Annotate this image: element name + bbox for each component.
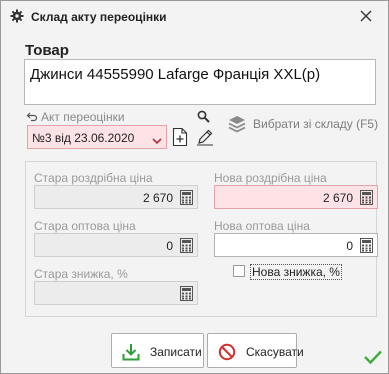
save-button-label: Записати	[150, 345, 202, 359]
chevron-down-icon	[152, 134, 162, 145]
act-label[interactable]: Акт переоцінки	[26, 110, 125, 124]
old-wholesale-value: 0	[166, 239, 173, 253]
goods-field[interactable]: Джинси 44555990 Lafarge Франція XXL(р)	[24, 59, 376, 105]
close-icon[interactable]	[358, 8, 374, 24]
window-title: Склад акту переоцінки	[31, 10, 167, 24]
old-retail-field: 2 670	[34, 185, 198, 209]
new-retail-value: 2 670	[322, 191, 353, 205]
new-discount-label[interactable]: Нова знижка, %	[250, 264, 342, 280]
goods-label: Товар	[25, 42, 69, 59]
new-wholesale-field[interactable]: 0	[214, 233, 378, 257]
cancel-button[interactable]: Скасувати	[207, 333, 304, 368]
old-retail-value: 2 670	[142, 191, 173, 205]
new-retail-field[interactable]: 2 670	[214, 185, 378, 209]
new-wholesale-label: Нова оптова ціна	[214, 219, 310, 233]
gear-icon	[10, 9, 24, 23]
calculator-icon[interactable]	[360, 238, 373, 253]
old-wholesale-label: Стара оптова ціна	[34, 219, 136, 233]
old-wholesale-field: 0	[34, 233, 198, 257]
calculator-icon	[180, 286, 193, 301]
calculator-icon[interactable]	[360, 190, 373, 205]
layers-icon[interactable]	[227, 114, 247, 134]
add-document-icon[interactable]	[172, 127, 188, 147]
checkmark-icon	[363, 349, 383, 365]
act-select[interactable]: №3 від 23.06.2020	[27, 125, 167, 149]
undo-arrow-icon	[26, 111, 38, 123]
calculator-icon	[180, 190, 193, 205]
goods-value: Джинси 44555990 Lafarge Франція XXL(р)	[30, 66, 321, 83]
cancel-icon	[218, 343, 236, 361]
dialog-window: Склад акту переоцінки Товар Джинси 44555…	[0, 0, 389, 374]
cancel-button-label: Скасувати	[246, 345, 304, 359]
new-retail-label: Нова роздрібна ціна	[214, 171, 327, 185]
save-button[interactable]: Записати	[111, 333, 204, 368]
old-discount-field	[34, 281, 198, 305]
new-wholesale-value: 0	[346, 239, 353, 253]
old-retail-label: Стара роздрібна ціна	[34, 171, 153, 185]
new-discount-checkbox[interactable]	[233, 265, 245, 277]
act-label-text: Акт переоцінки	[41, 110, 125, 124]
download-icon	[122, 343, 140, 361]
pick-from-stock-link[interactable]: Вибрати зі складу (F5)	[253, 117, 378, 131]
search-icon[interactable]	[197, 110, 210, 123]
calculator-icon	[180, 238, 193, 253]
old-discount-label: Стара знижка, %	[34, 267, 128, 281]
edit-pencil-icon[interactable]	[196, 128, 214, 146]
act-select-value: №3 від 23.06.2020	[32, 131, 135, 145]
title-bar: Склад акту переоцінки	[1, 1, 388, 33]
